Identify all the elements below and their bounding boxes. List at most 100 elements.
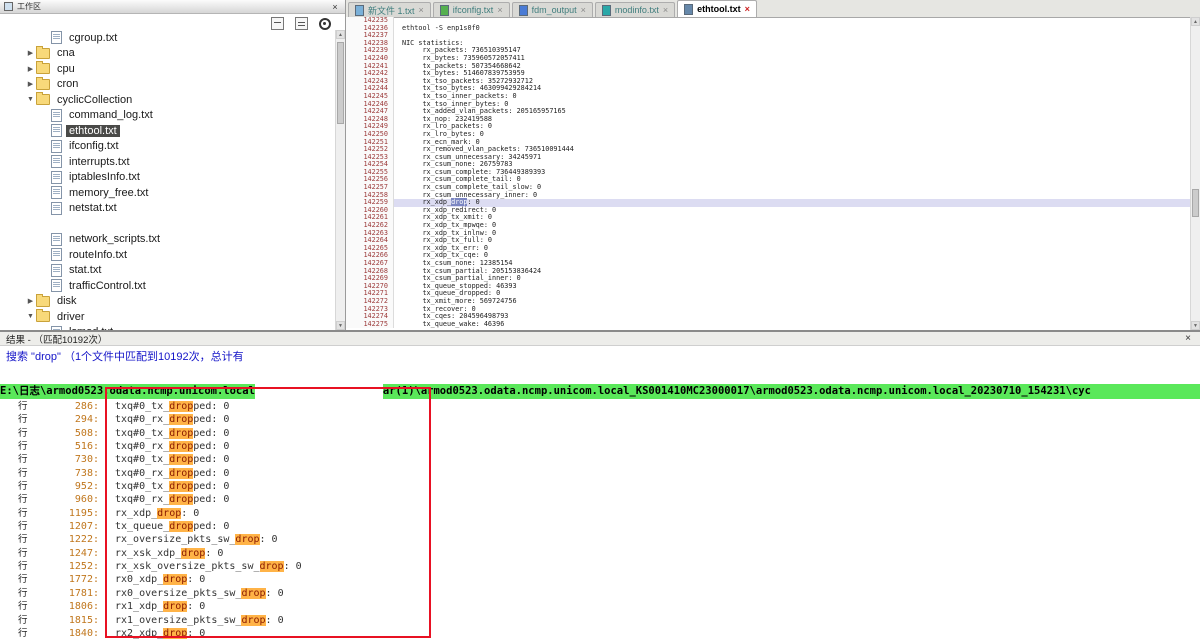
tree-file-stat-txt[interactable]: stat.txt — [0, 263, 336, 279]
locate-file-icon[interactable] — [319, 18, 331, 30]
sync-folder-icon[interactable] — [295, 17, 308, 30]
file-icon — [519, 5, 528, 16]
result-line-number: 1815: — [33, 614, 99, 627]
file-icon — [602, 5, 611, 16]
tree-file-ifconfig-txt[interactable]: ifconfig.txt — [0, 139, 336, 155]
chevron-down-icon[interactable]: ▼ — [25, 313, 36, 320]
tree-file-iptablesinfo-txt[interactable]: iptablesInfo.txt — [0, 170, 336, 186]
result-row[interactable]: 行294:txq#0_rx_dropped: 0 — [0, 413, 1200, 426]
tree-item-label: driver — [54, 311, 88, 323]
close-icon[interactable]: × — [745, 4, 750, 14]
result-row[interactable]: 行1772:rx0_xdp_drop: 0 — [0, 573, 1200, 586]
tree-item-label: trafficControl.txt — [66, 280, 149, 292]
close-icon[interactable]: × — [663, 5, 668, 15]
tree-file-interrupts-txt[interactable]: interrupts.txt — [0, 154, 336, 170]
match-highlight: drop — [181, 548, 205, 559]
chevron-right-icon[interactable]: ▶ — [25, 65, 36, 73]
tree-folder-cycliccollection[interactable]: ▼cyclicCollection — [0, 92, 336, 108]
row-prefix: 行 — [18, 400, 33, 413]
chevron-right-icon[interactable]: ▶ — [25, 297, 36, 305]
tab-modinfo-txt[interactable]: modinfo.txt × — [595, 2, 675, 17]
tab-label: fdm_output — [532, 5, 577, 15]
result-row[interactable]: 行1252:rx_xsk_oversize_pkts_sw_drop: 0 — [0, 560, 1200, 573]
result-row[interactable]: 行952:txq#0_tx_dropped: 0 — [0, 480, 1200, 493]
tree-item-label: disk — [54, 295, 80, 307]
result-text: rx2_xdp_drop: 0 — [115, 627, 205, 640]
tree-file-network-scripts-txt[interactable]: network_scripts.txt — [0, 232, 336, 248]
match-highlight: drop — [241, 615, 265, 626]
tab-label: modinfo.txt — [615, 5, 659, 15]
match-highlight: drop — [163, 601, 187, 612]
tree-folder-disk[interactable]: ▶ disk — [0, 294, 336, 310]
tree-item-label: command_log.txt — [66, 109, 156, 121]
result-row[interactable]: 行1207:tx_queue_dropped: 0 — [0, 520, 1200, 533]
tree-item-label: netstat.txt — [66, 202, 120, 214]
tree-folder-cron[interactable]: ▶cron — [0, 77, 336, 93]
chevron-right-icon[interactable]: ▶ — [25, 80, 36, 88]
result-row[interactable]: 行1815:rx1_oversize_pkts_sw_drop: 0 — [0, 614, 1200, 627]
result-row[interactable]: 行1195:rx_xdp_drop: 0 — [0, 507, 1200, 520]
result-text: txq#0_rx_dropped: 0 — [115, 493, 229, 506]
result-row[interactable]: 行1222:rx_oversize_pkts_sw_drop: 0 — [0, 533, 1200, 546]
tree-item-label: memory_free.txt — [66, 187, 151, 199]
result-row[interactable]: 行508:txq#0_tx_dropped: 0 — [0, 427, 1200, 440]
result-row[interactable]: 行1247:rx_xsk_xdp_drop: 0 — [0, 547, 1200, 560]
line-number: 142275 — [346, 321, 394, 329]
scroll-up-icon[interactable]: ▲ — [1191, 17, 1200, 26]
tree-file-cgroup-txt[interactable]: cgroup.txt — [0, 30, 336, 46]
tree-file-command-log-txt[interactable]: command_log.txt — [0, 108, 336, 124]
file-icon — [51, 186, 62, 199]
tree-file-netstat-txt[interactable]: netstat.txt — [0, 201, 336, 217]
result-row[interactable]: 行730:txq#0_tx_dropped: 0 — [0, 453, 1200, 466]
result-row[interactable]: 行960:txq#0_rx_dropped: 0 — [0, 493, 1200, 506]
result-line-number: 1252: — [33, 560, 99, 573]
tree-folder-cpu[interactable]: ▶cpu — [0, 61, 336, 77]
scroll-down-icon[interactable]: ▼ — [1191, 321, 1200, 330]
tree-file-routeinfo-txt[interactable]: routeInfo.txt — [0, 247, 336, 263]
match-highlight: drop — [169, 521, 193, 532]
close-icon[interactable]: × — [497, 5, 502, 15]
editor-scrollbar[interactable]: ▲ ▼ — [1190, 17, 1200, 330]
result-row[interactable]: 行1781:rx0_oversize_pkts_sw_drop: 0 — [0, 587, 1200, 600]
result-line-number: 1781: — [33, 587, 99, 600]
tree-folder-driver[interactable]: ▼ driver — [0, 309, 336, 325]
result-row[interactable]: 行1806:rx1_xdp_drop: 0 — [0, 600, 1200, 613]
tree-scrollbar[interactable]: ▲ ▼ — [335, 30, 345, 330]
result-row[interactable]: 行738:txq#0_rx_dropped: 0 — [0, 467, 1200, 480]
scrollbar-thumb[interactable] — [1192, 189, 1199, 217]
tab-1-txt[interactable]: 新文件 1.txt× — [348, 2, 431, 17]
row-prefix: 行 — [18, 547, 33, 560]
result-file-path[interactable]: E:\日志\armod0523.odata.ncmp.unicom.locala… — [0, 384, 1200, 399]
tree-file-trafficcontrol-txt[interactable]: trafficControl.txt — [0, 278, 336, 294]
tab-ethtool-txt[interactable]: ethtool.txt× — [677, 0, 757, 17]
chevron-right-icon[interactable]: ▶ — [25, 49, 36, 57]
close-icon[interactable]: × — [581, 5, 586, 15]
scrollbar-thumb[interactable] — [337, 42, 344, 124]
collapse-all-icon[interactable] — [271, 17, 284, 30]
result-line-number: 952: — [33, 480, 99, 493]
close-icon[interactable]: × — [419, 5, 424, 15]
tab-fdm-output[interactable]: fdm_output × — [512, 2, 593, 17]
file-icon — [440, 5, 449, 16]
match-highlight: drop — [163, 628, 187, 639]
row-prefix: 行 — [18, 493, 33, 506]
row-prefix: 行 — [18, 453, 33, 466]
results-title: 结果 - （匹配10192次） — [6, 332, 1182, 346]
tab-ifconfig-txt[interactable]: ifconfig.txt× — [433, 2, 510, 17]
chevron-down-icon[interactable]: ▼ — [25, 96, 36, 103]
editor-body[interactable]: 142235142236ethtool -S enp1s0f0142237142… — [346, 17, 1191, 330]
tree-file-memory-free-txt[interactable]: memory_free.txt — [0, 185, 336, 201]
scroll-down-icon[interactable]: ▼ — [336, 321, 345, 330]
tree-folder-cna[interactable]: ▶cna — [0, 46, 336, 62]
folder-icon — [36, 311, 50, 322]
scroll-up-icon[interactable]: ▲ — [336, 30, 345, 39]
result-list: 行286:txq#0_tx_dropped: 0行294:txq#0_rx_dr… — [0, 400, 1200, 642]
close-icon[interactable]: × — [1182, 333, 1194, 344]
window-icon — [4, 2, 13, 11]
result-row[interactable]: 行1840:rx2_xdp_drop: 0 — [0, 627, 1200, 640]
row-prefix: 行 — [18, 467, 33, 480]
result-row[interactable]: 行286:txq#0_tx_dropped: 0 — [0, 400, 1200, 413]
close-icon[interactable]: × — [329, 2, 341, 12]
result-row[interactable]: 行516:txq#0_rx_dropped: 0 — [0, 440, 1200, 453]
tree-file-ethtool-txt[interactable]: ethtool.txt — [0, 123, 336, 139]
